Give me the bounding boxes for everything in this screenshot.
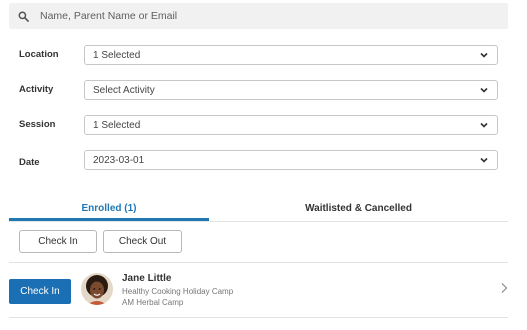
- chevron-down-icon: [479, 85, 489, 95]
- activity-select-value: Select Activity: [93, 84, 155, 96]
- tab-enrolled[interactable]: Enrolled (1): [9, 198, 209, 221]
- filter-session: Session 1 Selected: [0, 115, 527, 137]
- search-icon: [18, 10, 30, 22]
- enrollee-program: Healthy Cooking Holiday Camp: [122, 287, 234, 296]
- filter-date: Date 2023-03-01: [0, 150, 527, 172]
- enrollment-tabs: Enrolled (1) Waitlisted & Cancelled: [9, 198, 508, 222]
- filter-label-session: Session: [19, 119, 56, 130]
- enrollee-name: Jane Little: [122, 273, 172, 284]
- activity-select[interactable]: Select Activity: [84, 80, 498, 100]
- session-select-value: 1 Selected: [93, 119, 141, 131]
- date-select-value: 2023-03-01: [93, 154, 145, 166]
- search-input[interactable]: [38, 9, 482, 23]
- filter-label-location: Location: [19, 49, 59, 60]
- chevron-down-icon: [479, 50, 489, 60]
- filter-location: Location 1 Selected: [0, 45, 527, 67]
- check-in-button[interactable]: Check In: [9, 279, 71, 304]
- chevron-down-icon: [479, 155, 489, 165]
- avatar: [81, 273, 113, 305]
- divider: [9, 262, 508, 263]
- search-bar[interactable]: [9, 3, 508, 29]
- filter-label-activity: Activity: [19, 84, 54, 95]
- divider: [9, 317, 508, 318]
- filter-label-date: Date: [19, 157, 40, 168]
- chevron-down-icon: [479, 120, 489, 130]
- filter-activity: Activity Select Activity: [0, 80, 527, 102]
- session-select[interactable]: 1 Selected: [84, 115, 498, 135]
- enrollee-session: AM Herbal Camp: [122, 298, 184, 307]
- location-select-value: 1 Selected: [93, 49, 141, 61]
- check-out-all-button[interactable]: Check Out: [103, 230, 182, 253]
- check-in-all-button[interactable]: Check In: [19, 230, 97, 253]
- date-select[interactable]: 2023-03-01: [84, 150, 498, 170]
- location-select[interactable]: 1 Selected: [84, 45, 498, 65]
- tab-waitlisted-cancelled[interactable]: Waitlisted & Cancelled: [209, 198, 508, 219]
- chevron-right-icon: [499, 281, 509, 293]
